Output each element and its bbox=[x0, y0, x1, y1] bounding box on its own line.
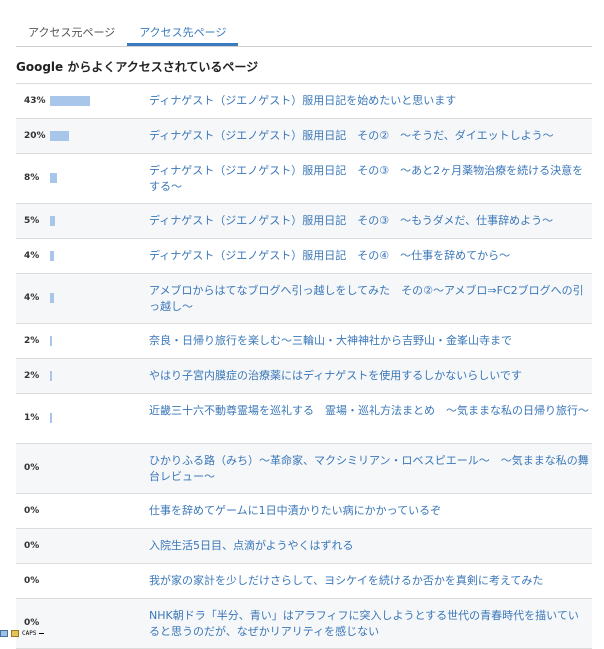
table-row: 0% 仕事を辞めてゲームに1日中漬かりたい病にかかっているぞ bbox=[16, 494, 592, 529]
percent-bar bbox=[50, 413, 52, 423]
status-bar: CAPS bbox=[0, 628, 80, 638]
table-row: 2% 奈良・日帰り旅行を楽しむ～三輪山・大神神社から吉野山・金峯山寺まで bbox=[16, 324, 592, 359]
tab-referrer-pages[interactable]: アクセス元ページ bbox=[16, 14, 127, 44]
section-title: Google からよくアクセスされているページ bbox=[16, 60, 259, 74]
caps-lock-indicator: CAPS bbox=[22, 629, 37, 637]
page-title-link[interactable]: ディナゲスト（ジエノゲスト）服用日記 その③ ～もうダメだ、仕事辞めよう～ bbox=[149, 213, 589, 229]
percent-label: 1% bbox=[24, 413, 40, 423]
percent-label: 8% bbox=[24, 173, 40, 183]
page-title-link[interactable]: 奈良・日帰り旅行を楽しむ～三輪山・大神神社から吉野山・金峯山寺まで bbox=[149, 333, 589, 349]
table-row: 43% ディナゲスト（ジエノゲスト）服用日記を始めたいと思います bbox=[16, 84, 592, 119]
page-title-link[interactable]: アメブロからはてなブログへ引っ越しをしてみた その②～アメブロ⇒FC2ブログへの… bbox=[149, 283, 589, 315]
percent-bar bbox=[50, 293, 54, 303]
percent-bar bbox=[50, 215, 55, 226]
page-title-link[interactable]: 我が家の家計を少しだけさらして、ヨシケイを続けるか否かを真剣に考えてみた bbox=[149, 573, 589, 589]
tab-destination-pages[interactable]: アクセス先ページ bbox=[127, 14, 239, 46]
percent-label: 0% bbox=[24, 540, 40, 551]
percent-label: 0% bbox=[24, 575, 40, 586]
percent-label: 43% bbox=[24, 95, 46, 106]
percent-bar bbox=[50, 130, 69, 141]
percent-label: 4% bbox=[24, 293, 40, 303]
table-row: 0% NHK朝ドラ「半分、青い」はアラフィフに突入しようとする世代の青春時代を描い… bbox=[16, 599, 592, 649]
table-row: 4% ディナゲスト（ジエノゲスト）服用日記 その④ ～仕事を辞めてから～ bbox=[16, 239, 592, 274]
page-title-link[interactable]: ひかりふる路（みち）～革命家、マクシミリアン・ロベスピエール～ ～気ままな私の舞… bbox=[149, 453, 589, 485]
percent-bar bbox=[50, 335, 52, 346]
table-row: 1% 近畿三十六不動尊霊場を巡礼する 霊場・巡礼方法まとめ ～気ままな私の日帰り旅… bbox=[16, 394, 592, 444]
page-title-link[interactable]: 近畿三十六不動尊霊場を巡礼する 霊場・巡礼方法まとめ ～気ままな私の日帰り旅行～ bbox=[149, 403, 589, 419]
table-row: 5% ディナゲスト（ジエノゲスト）服用日記 その③ ～もうダメだ、仕事辞めよう～ bbox=[16, 204, 592, 239]
percent-label: 4% bbox=[24, 250, 40, 261]
percent-bar bbox=[50, 250, 54, 261]
table-row: 4% アメブロからはてなブログへ引っ越しをしてみた その②～アメブロ⇒FC2ブログ… bbox=[16, 274, 592, 324]
percent-bar bbox=[50, 95, 90, 106]
table-row: 0% ひかりふる路（みち）～革命家、マクシミリアン・ロベスピエール～ ～気ままな私… bbox=[16, 444, 592, 494]
percent-label: 0% bbox=[24, 618, 40, 628]
percent-label: 2% bbox=[24, 335, 40, 346]
folder-icon[interactable] bbox=[11, 629, 19, 637]
access-page-table: 43% ディナゲスト（ジエノゲスト）服用日記を始めたいと思います 20% ディナゲスト… bbox=[16, 83, 592, 649]
percent-bar bbox=[50, 173, 57, 183]
percent-label: 0% bbox=[24, 463, 40, 473]
network-icon[interactable] bbox=[0, 629, 8, 637]
page-title-link[interactable]: ディナゲスト（ジエノゲスト）服用日記 その③ ～あと2ヶ月薬物治療を続ける決意を… bbox=[149, 163, 589, 195]
percent-label: 2% bbox=[24, 370, 40, 381]
page-title-link[interactable]: 仕事を辞めてゲームに1日中漬かりたい病にかかっているぞ bbox=[149, 503, 589, 519]
percent-label: 5% bbox=[24, 215, 40, 226]
percent-bar bbox=[50, 370, 52, 381]
page-title-link[interactable]: NHK朝ドラ「半分、青い」はアラフィフに突入しようとする世代の青春時代を描いてい… bbox=[149, 608, 589, 640]
percent-label: 20% bbox=[24, 130, 46, 141]
page-title-link[interactable]: ディナゲスト（ジエノゲスト）服用日記 その④ ～仕事を辞めてから～ bbox=[149, 248, 589, 264]
dash-icon bbox=[39, 632, 45, 634]
tab-bar: アクセス元ページ アクセス先ページ bbox=[16, 14, 592, 47]
page-title-link[interactable]: 入院生活5日目、点滴がようやくはずれる bbox=[149, 538, 589, 554]
page-title-link[interactable]: ディナゲスト（ジエノゲスト）服用日記 その② ～そうだ、ダイエットしよう～ bbox=[149, 128, 589, 144]
page-title-link[interactable]: やはり子宮内膜症の治療薬にはディナゲストを使用するしかないらしいです bbox=[149, 368, 589, 384]
percent-label: 0% bbox=[24, 505, 40, 516]
table-row: 8% ディナゲスト（ジエノゲスト）服用日記 その③ ～あと2ヶ月薬物治療を続ける決… bbox=[16, 154, 592, 204]
table-row: 0% 入院生活5日目、点滴がようやくはずれる bbox=[16, 529, 592, 564]
page-title-link[interactable]: ディナゲスト（ジエノゲスト）服用日記を始めたいと思います bbox=[149, 93, 589, 109]
table-row: 2% やはり子宮内膜症の治療薬にはディナゲストを使用するしかないらしいです bbox=[16, 359, 592, 394]
table-row: 0% 我が家の家計を少しだけさらして、ヨシケイを続けるか否かを真剣に考えてみた bbox=[16, 564, 592, 599]
table-row: 20% ディナゲスト（ジエノゲスト）服用日記 その② ～そうだ、ダイエットしよう～ bbox=[16, 119, 592, 154]
